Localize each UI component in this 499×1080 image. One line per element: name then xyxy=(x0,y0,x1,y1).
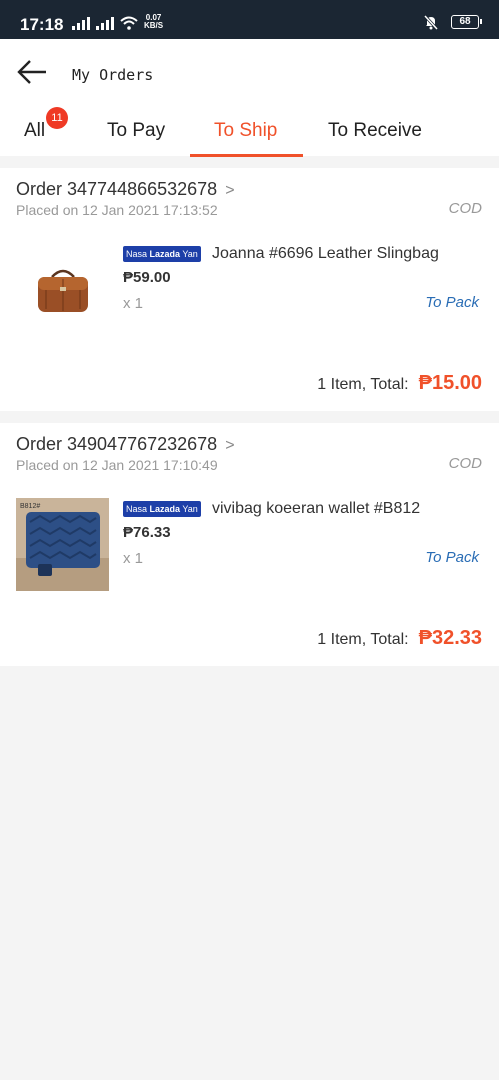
store-badge-part: Nasa xyxy=(126,249,148,259)
app-header: My Orders All To Pay To Ship To Receive … xyxy=(0,39,499,157)
tab-to-pay[interactable]: To Pay xyxy=(107,120,165,142)
status-time: 17:18 xyxy=(20,15,64,34)
order-status: To Pack xyxy=(425,549,479,566)
order-placed-date: Placed on 12 Jan 2021 17:10:49 xyxy=(16,457,218,473)
bell-off-icon xyxy=(423,14,439,30)
tab-all[interactable]: All xyxy=(24,120,45,142)
order-number: Order 349047767232678 xyxy=(16,434,218,454)
tab-to-receive[interactable]: To Receive xyxy=(328,120,422,142)
chevron-right-icon: > xyxy=(225,182,235,199)
product-thumbnail[interactable] xyxy=(16,243,109,336)
net-speed: 0.07 KB/S xyxy=(144,14,163,30)
order-number-link[interactable]: Order 347744866532678 > xyxy=(16,179,235,200)
status-bar: 17:18 0.07 KB/S 68 xyxy=(0,0,499,39)
arrow-left-icon xyxy=(17,60,46,84)
total-amount: ₱32.33 xyxy=(418,627,482,649)
chevron-right-icon: > xyxy=(225,437,235,454)
order-card[interactable]: Order 349047767232678 > Placed on 12 Jan … xyxy=(0,423,499,666)
product-thumbnail[interactable]: B812# xyxy=(16,498,109,591)
product-title[interactable]: vivibag koeeran wallet #B812 xyxy=(212,500,420,518)
back-button[interactable] xyxy=(16,57,50,87)
store-badge-brand: Lazada xyxy=(149,249,181,259)
store-badge-brand: Lazada xyxy=(149,504,181,514)
net-speed-unit: KB/S xyxy=(144,21,164,30)
payment-method: COD xyxy=(448,455,482,472)
tab-all-count-badge: 11 xyxy=(46,107,68,129)
total-label: 1 Item, Total: xyxy=(317,376,409,393)
order-number: Order 347744866532678 xyxy=(16,179,218,199)
order-placed-date: Placed on 12 Jan 2021 17:13:52 xyxy=(16,202,218,218)
page-title: My Orders xyxy=(72,66,154,84)
signal-icon xyxy=(72,16,90,30)
thumb-label: B812# xyxy=(20,503,40,510)
order-number-link[interactable]: Order 349047767232678 > xyxy=(16,434,235,455)
order-status: To Pack xyxy=(425,294,479,311)
store-badge-part: Nasa xyxy=(126,504,148,514)
status-icons: 0.07 KB/S xyxy=(72,14,163,30)
wallet-image: B812# xyxy=(16,498,109,591)
order-tabs: All To Pay To Ship To Receive xyxy=(0,109,499,157)
order-card[interactable]: Order 347744866532678 > Placed on 12 Jan … xyxy=(0,168,499,411)
product-quantity: x 1 xyxy=(123,295,144,312)
slingbag-image xyxy=(16,243,109,336)
total-amount: ₱15.00 xyxy=(418,372,482,394)
order-total: 1 Item, Total: ₱32.33 xyxy=(317,627,482,650)
order-total: 1 Item, Total: ₱15.00 xyxy=(317,372,482,395)
active-tab-indicator xyxy=(190,154,303,157)
store-badge: Nasa Lazada Yan xyxy=(123,246,201,262)
battery-icon: 68 xyxy=(451,15,482,29)
store-badge-part: Yan xyxy=(182,504,198,514)
store-badge-part: Yan xyxy=(182,249,198,259)
product-price: ₱76.33 xyxy=(123,524,171,541)
product-title[interactable]: Joanna #6696 Leather Slingbag xyxy=(212,245,439,263)
tab-to-ship[interactable]: To Ship xyxy=(214,120,277,142)
signal-icon xyxy=(96,16,114,30)
status-right-icons: 68 xyxy=(423,14,482,30)
payment-method: COD xyxy=(448,200,482,217)
product-price: ₱59.00 xyxy=(123,269,171,286)
product-quantity: x 1 xyxy=(123,550,144,567)
total-label: 1 Item, Total: xyxy=(317,631,409,648)
wifi-icon xyxy=(120,16,138,30)
store-badge: Nasa Lazada Yan xyxy=(123,501,201,517)
